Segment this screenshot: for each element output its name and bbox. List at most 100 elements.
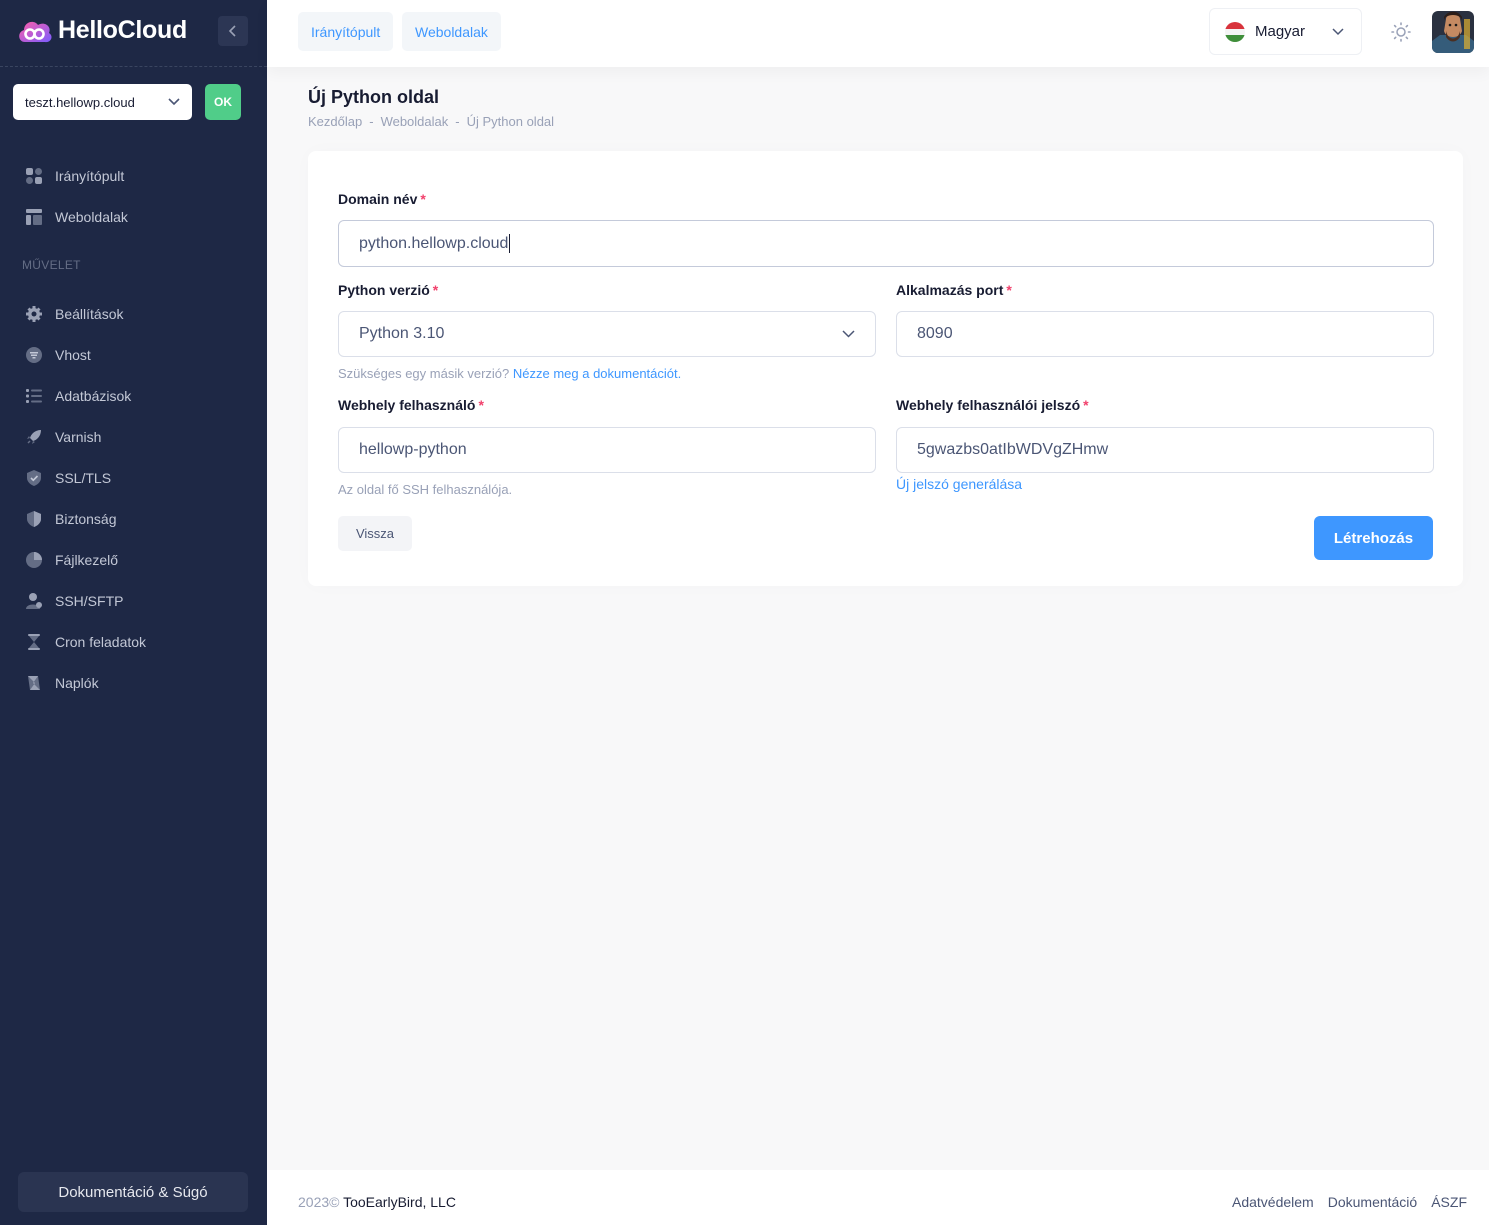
domain-input-value: python.hellowp.cloud (359, 234, 509, 252)
top-header: Irányítópult Weboldalak Magyar (267, 0, 1489, 67)
dashboard-icon (25, 167, 43, 185)
python-version-label: Python verzió * (338, 282, 439, 298)
sidebar-item-label: Irányítópult (55, 167, 125, 184)
domain-select[interactable]: teszt.hellowp.cloud (13, 84, 192, 120)
sidebar-item-biztonsag[interactable]: Biztonság (0, 498, 267, 539)
breadcrumb-item[interactable]: Kezdőlap (308, 114, 362, 129)
shield-icon (25, 510, 43, 528)
sidebar-header: HelloCloud (0, 0, 267, 67)
create-button[interactable]: Létrehozás (1314, 516, 1433, 560)
chevron-left-icon (228, 25, 236, 37)
python-version-select[interactable]: Python 3.10 (338, 311, 876, 357)
sidebar-item-fajlkezelo[interactable]: Fájlkezelő (0, 539, 267, 580)
footer-link-privacy[interactable]: Adatvédelem (1232, 1194, 1314, 1210)
site-password-label: Webhely felhasználói jelszó * (896, 397, 1089, 413)
sun-icon (1391, 22, 1411, 42)
site-user-value: hellowp-python (359, 441, 467, 458)
rocket-icon (25, 428, 43, 446)
page-title: Új Python oldal (308, 87, 440, 107)
sidebar-item-label: Vhost (55, 346, 91, 363)
back-button[interactable]: Vissza (338, 516, 412, 551)
footer-link-terms[interactable]: ÁSZF (1431, 1194, 1467, 1210)
sidebar-item-cron-feladatok[interactable]: Cron feladatok (0, 621, 267, 662)
app-port-label: Alkalmazás port * (896, 282, 1012, 298)
new-python-site-form: Domain név * python.hellowp.cloud Python … (308, 151, 1463, 586)
app-port-input[interactable]: 8090 (896, 311, 1434, 357)
breadcrumb-separator: - (455, 114, 460, 129)
user-icon (25, 592, 43, 610)
file-icon (25, 551, 43, 569)
generate-password-link[interactable]: Új jelszó generálása (896, 476, 1022, 492)
python-version-hint: Szükséges egy másik verzió? Nézze meg a … (338, 366, 682, 381)
python-version-value: Python 3.10 (359, 325, 445, 342)
header-link-weboldalak[interactable]: Weboldalak (402, 12, 501, 51)
domain-label: Domain név * (338, 191, 426, 207)
layout-icon (25, 208, 43, 226)
hourglass-icon (25, 633, 43, 651)
user-avatar[interactable] (1432, 11, 1474, 53)
filter-icon (25, 346, 43, 364)
sidebar-collapse-button[interactable] (218, 16, 248, 46)
list-icon (25, 387, 43, 405)
footer-company[interactable]: TooEarlyBird, LLC (343, 1194, 456, 1210)
breadcrumb-item[interactable]: Weboldalak (381, 114, 449, 129)
sidebar-item-naplok[interactable]: Naplók (0, 662, 267, 703)
documentation-link[interactable]: Nézze meg a dokumentációt. (513, 366, 681, 381)
gear-icon (25, 305, 43, 323)
theme-toggle-button[interactable] (1388, 19, 1414, 45)
header-link-iranyitopult[interactable]: Irányítópult (298, 12, 394, 51)
site-password-input[interactable]: 5gwazbs0atIbWDVgZHmw (896, 427, 1434, 473)
sidebar-item-ssl-tls[interactable]: SSL/TLS (0, 457, 267, 498)
brand-name: HelloCloud (58, 15, 187, 44)
footer-year: 2023© (298, 1194, 340, 1210)
domain-select-value: teszt.hellowp.cloud (25, 94, 135, 110)
shield-check-icon (25, 469, 43, 487)
site-user-hint: Az oldal fő SSH felhasználója. (338, 482, 513, 497)
cloud-logo-icon (19, 21, 52, 43)
sidebar-item-label: Naplók (55, 674, 99, 691)
sidebar-item-label: Beállítások (55, 305, 124, 322)
chevron-down-icon (1332, 27, 1344, 35)
domain-ok-button[interactable]: OK (205, 84, 241, 120)
app-port-value: 8090 (917, 325, 953, 342)
sidebar-item-weboldalak[interactable]: Weboldalak (0, 196, 267, 237)
sidebar-item-vhost[interactable]: Vhost (0, 334, 267, 375)
language-select-value: Magyar (1255, 23, 1306, 40)
sidebar-item-ssh-sftp[interactable]: SSH/SFTP (0, 580, 267, 621)
sidebar-item-label: Biztonság (55, 510, 117, 527)
chevron-down-icon (842, 330, 855, 338)
sidebar-item-beallitasok[interactable]: Beállítások (0, 293, 267, 334)
domain-input[interactable]: python.hellowp.cloud (338, 220, 1434, 267)
sidebar-item-iranyitopult[interactable]: Irányítópult (0, 155, 267, 196)
sidebar-item-label: Weboldalak (55, 208, 128, 225)
sidebar-item-label: SSH/SFTP (55, 592, 124, 609)
breadcrumb-separator: - (369, 114, 374, 129)
breadcrumb: Kezdőlap - Weboldalak - Új Python oldal (308, 114, 554, 129)
language-select[interactable]: Magyar (1209, 8, 1362, 55)
footer: 2023© TooEarlyBird, LLC Adatvédelem Doku… (267, 1170, 1489, 1225)
chevron-down-icon (168, 98, 180, 106)
site-user-label: Webhely felhasználó * (338, 397, 484, 413)
breadcrumb-item-current: Új Python oldal (466, 114, 555, 129)
text-cursor (509, 234, 511, 253)
site-user-input[interactable]: hellowp-python (338, 427, 876, 473)
section-label-muvelet: MŰVELET (22, 258, 81, 272)
sidebar-item-varnish[interactable]: Varnish (0, 416, 267, 457)
sidebar-item-label: Fájlkezelő (55, 551, 119, 568)
sidebar-menu: Irányítópult Weboldalak MŰVELET Beállítá… (0, 155, 267, 703)
scroll-icon (25, 674, 43, 692)
site-password-value: 5gwazbs0atIbWDVgZHmw (917, 441, 1109, 458)
logo[interactable]: HelloCloud (16, 14, 187, 46)
footer-link-docs[interactable]: Dokumentáció (1328, 1194, 1418, 1210)
sidebar-item-label: Varnish (55, 428, 102, 445)
sidebar-item-label: Cron feladatok (55, 633, 147, 650)
sidebar-item-adatbazisok[interactable]: Adatbázisok (0, 375, 267, 416)
hungary-flag-icon (1225, 21, 1245, 42)
sidebar: HelloCloud teszt.hellowp.cloud OK Irányí… (0, 0, 267, 1225)
footer-copyright: 2023© TooEarlyBird, LLC (298, 1194, 456, 1210)
footer-links: Adatvédelem Dokumentáció ÁSZF (1232, 1194, 1467, 1210)
docs-help-button[interactable]: Dokumentáció & Súgó (18, 1172, 248, 1212)
sidebar-item-label: Adatbázisok (55, 387, 132, 404)
avatar-image (1432, 11, 1474, 53)
sidebar-item-label: SSL/TLS (55, 469, 112, 486)
